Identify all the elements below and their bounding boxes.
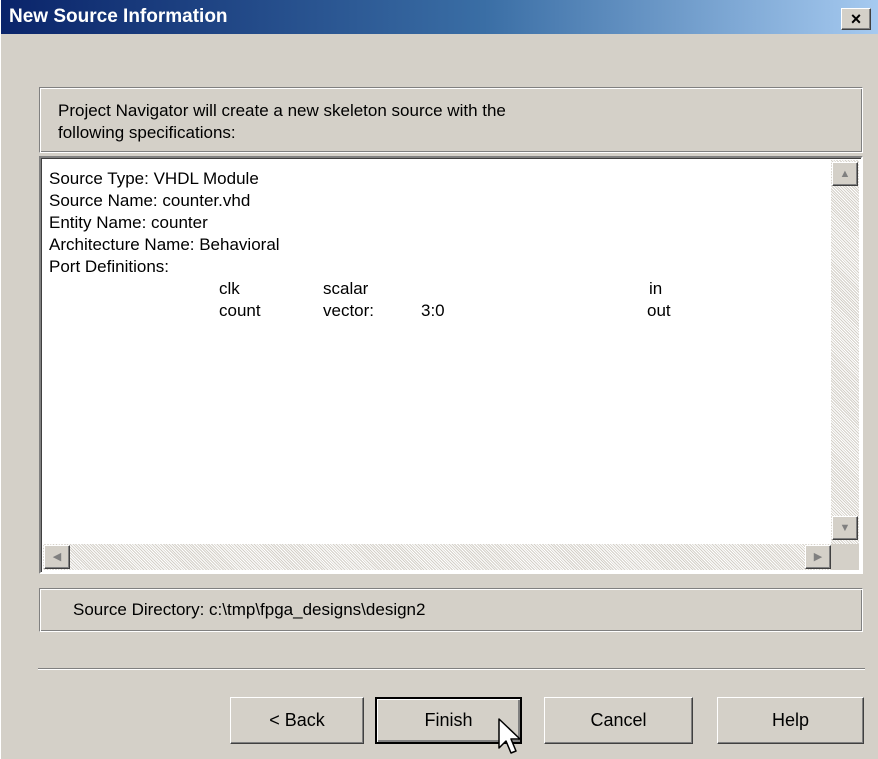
mouse-pointer-icon: [498, 718, 521, 754]
arrow-right-icon: ▶: [813, 551, 823, 563]
window-title: New Source Information: [9, 6, 228, 27]
help-button[interactable]: Help: [717, 697, 864, 744]
intro-line-2: following specifications:: [58, 123, 236, 142]
arrow-up-icon: ▲: [839, 168, 851, 180]
port-direction: in: [649, 279, 663, 298]
dialog-window: New Source Information × Project Navigat…: [0, 0, 878, 759]
scroll-up-button[interactable]: ▲: [832, 162, 858, 186]
title-bar[interactable]: New Source Information ×: [1, 0, 878, 34]
source-directory-text: Source Directory: c:\tmp\fpga_designs\de…: [73, 600, 426, 619]
scroll-right-button[interactable]: ▶: [805, 545, 831, 569]
port-direction: out: [647, 301, 671, 320]
specifications-box[interactable]: Source Type: VHDL Module Source Name: co…: [39, 156, 863, 574]
port-name: count: [219, 301, 261, 320]
close-button[interactable]: ×: [841, 8, 871, 30]
port-type: vector:: [323, 301, 375, 320]
cancel-button[interactable]: Cancel: [544, 697, 693, 744]
intro-line-1: Project Navigator will create a new skel…: [58, 101, 506, 120]
close-icon: ×: [850, 9, 862, 29]
port-type: scalar: [323, 279, 369, 298]
scroll-corner: [831, 544, 859, 570]
source-name-line: Source Name: counter.vhd: [49, 191, 251, 210]
vertical-scrollbar[interactable]: ▲ ▼: [831, 160, 859, 544]
scroll-left-button[interactable]: ◀: [44, 545, 70, 569]
scroll-down-button[interactable]: ▼: [832, 516, 858, 540]
arrow-left-icon: ◀: [52, 551, 62, 563]
port-name: clk: [219, 279, 240, 298]
arrow-down-icon: ▼: [839, 522, 851, 534]
source-directory-panel: Source Directory: c:\tmp\fpga_designs\de…: [39, 588, 863, 632]
port-range: 3:0: [421, 301, 445, 320]
intro-panel: Project Navigator will create a new skel…: [39, 87, 863, 153]
architecture-name-line: Architecture Name: Behavioral: [49, 235, 280, 254]
separator-highlight: [38, 669, 865, 670]
intro-text: Project Navigator will create a new skel…: [58, 100, 838, 144]
entity-name-line: Entity Name: counter: [49, 213, 208, 232]
source-type-line: Source Type: VHDL Module: [49, 169, 259, 188]
horizontal-scrollbar[interactable]: ◀ ▶: [43, 544, 831, 570]
back-button[interactable]: < Back: [230, 697, 364, 744]
port-definitions-label: Port Definitions:: [49, 257, 169, 276]
